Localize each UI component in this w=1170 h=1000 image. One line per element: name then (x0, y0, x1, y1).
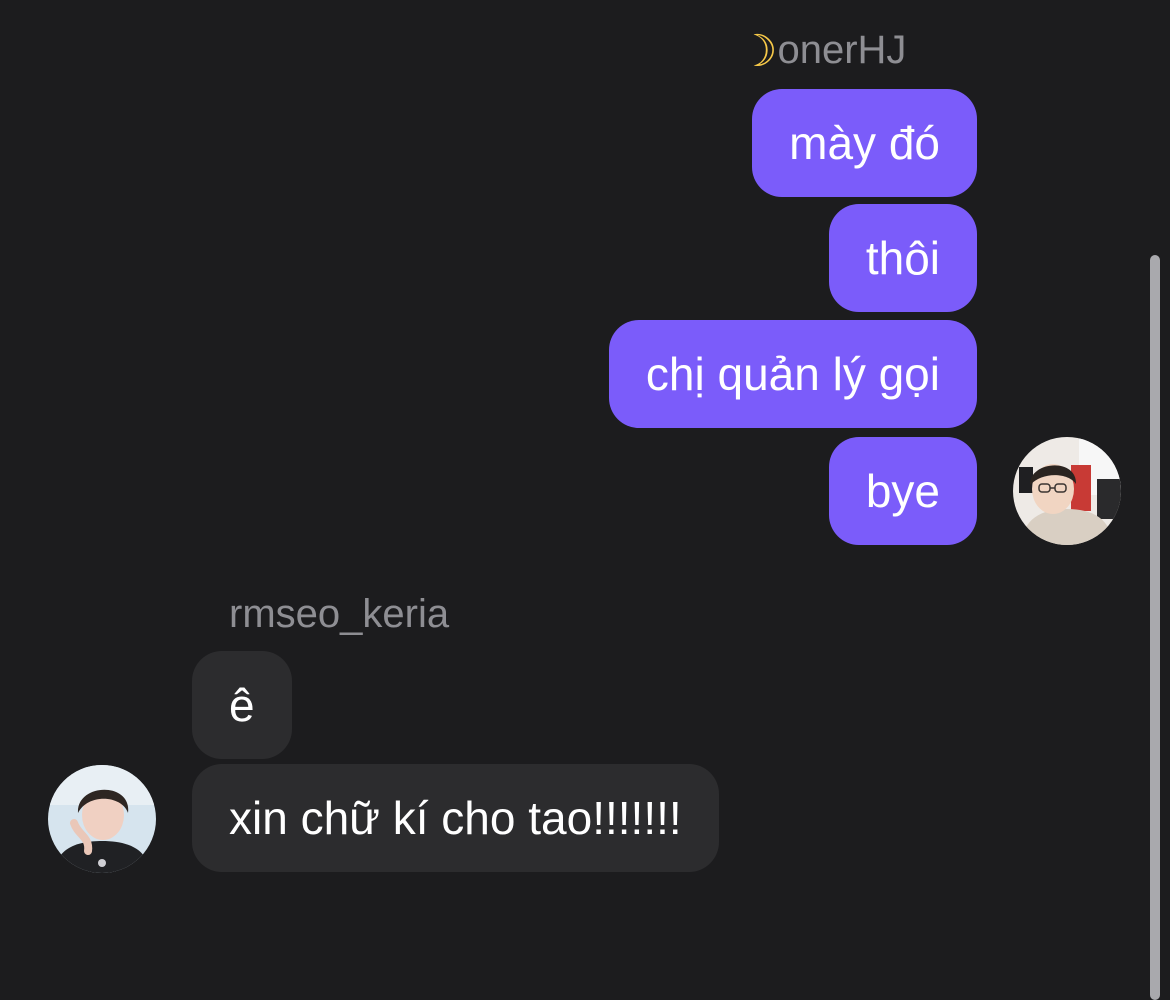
incoming-message-bubble[interactable]: ê (192, 651, 292, 759)
message-text: thôi (865, 232, 940, 284)
outgoing-sender-name: ☽onerHJ (738, 26, 906, 76)
outgoing-message-bubble[interactable]: chị quản lý gọi (608, 320, 977, 428)
outgoing-sender-avatar[interactable] (1013, 437, 1121, 545)
outgoing-sender-label: onerHJ (777, 28, 907, 72)
outgoing-message-bubble[interactable]: bye (828, 437, 977, 545)
message-text: chị quản lý gọi (645, 348, 940, 400)
message-text: ê (229, 679, 255, 731)
message-text: mày đó (789, 117, 940, 169)
incoming-message-bubble[interactable]: xin chữ kí cho tao!!!!!!! (192, 764, 719, 872)
outgoing-avatar-image (1013, 437, 1121, 545)
message-text: bye (865, 465, 940, 517)
message-text: xin chữ kí cho tao!!!!!!! (229, 792, 682, 844)
incoming-sender-label: rmseo_keria (229, 592, 450, 636)
chat-thread: ☽onerHJ mày đó thôi chị quản lý gọi bye … (0, 0, 1170, 1000)
incoming-sender-avatar[interactable] (48, 765, 156, 873)
incoming-sender-name: rmseo_keria (229, 590, 449, 638)
moon-icon: ☽ (738, 27, 778, 76)
scrollbar[interactable] (1150, 255, 1160, 1000)
outgoing-message-bubble[interactable]: thôi (828, 204, 977, 312)
outgoing-message-bubble[interactable]: mày đó (752, 89, 977, 197)
incoming-avatar-image (48, 765, 156, 873)
